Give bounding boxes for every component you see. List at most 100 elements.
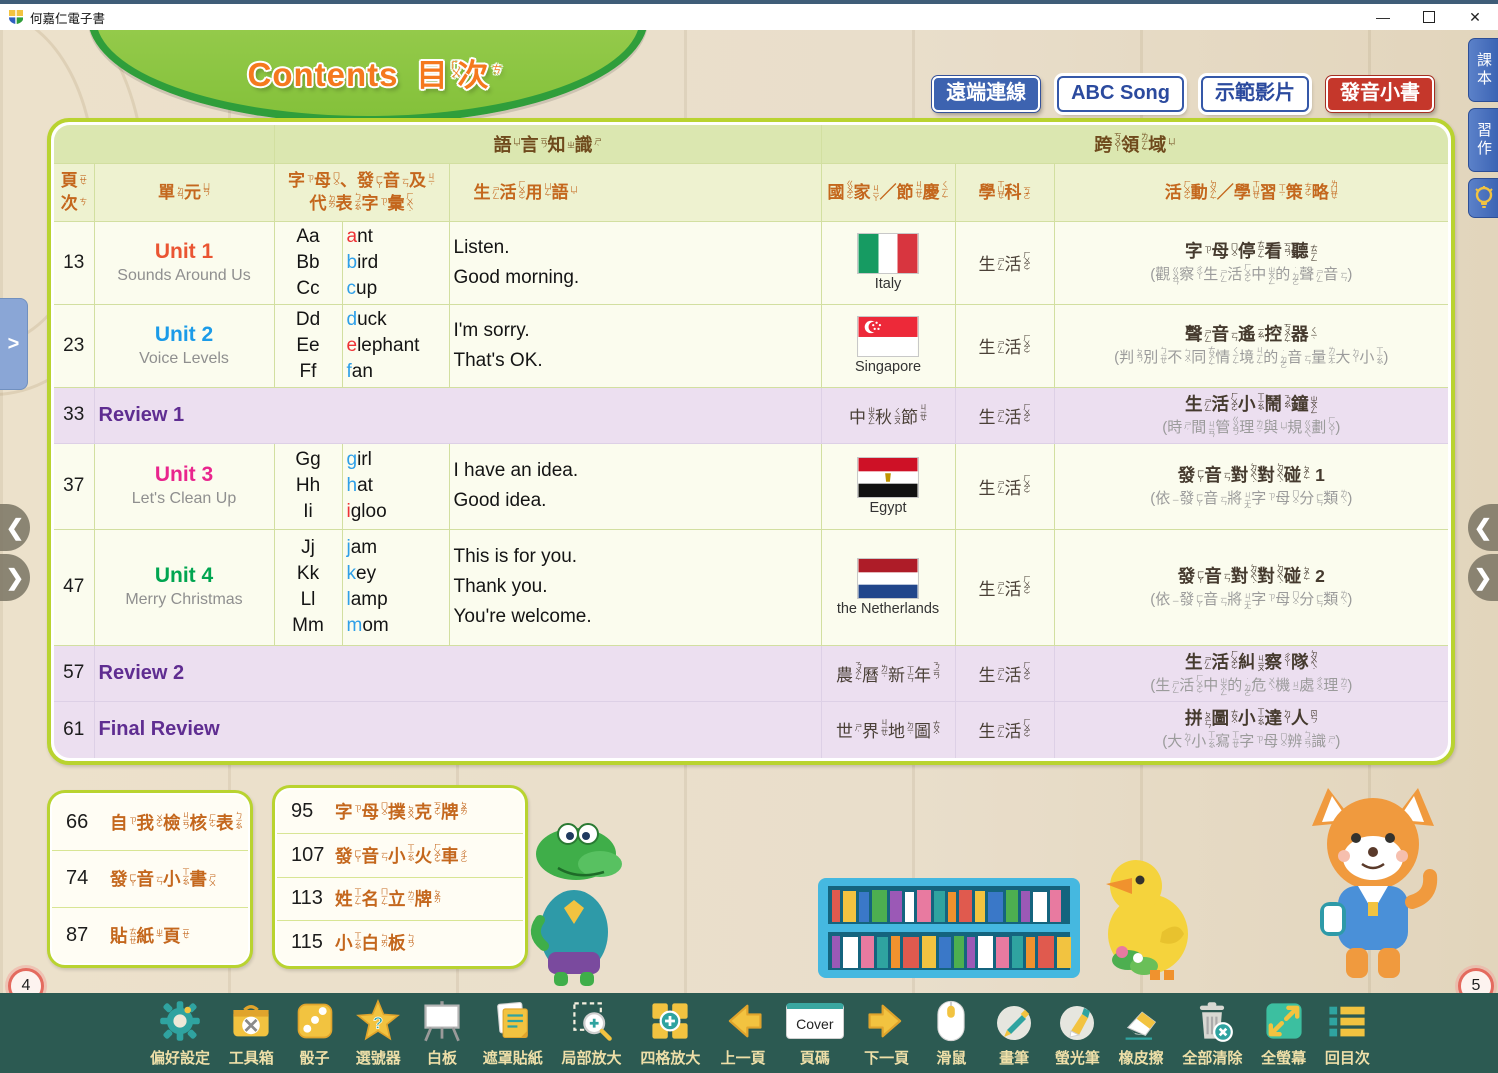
clear-all-icon xyxy=(1190,997,1234,1045)
appendix-item-p66[interactable]: 66 自ㄗˋ我ㄨㄛˇ檢ㄐㄧㄢˇ核ㄏㄜˊ表ㄅㄧㄠˇ xyxy=(52,795,248,851)
maximize-button[interactable] xyxy=(1406,4,1452,30)
appendix-item-p115[interactable]: 115 小ㄒㄧㄠˇ白ㄅㄞˊ板ㄅㄢˇ xyxy=(277,921,523,964)
toc-row-review-1[interactable]: 33 Review 1 中ㄓㄨㄥ秋ㄑㄧㄡ節ㄐㄧㄝˊ 生ㄕㄥ活ㄏㄨㄛˊ 生ㄕㄥ活ㄏ… xyxy=(54,387,1448,443)
column-header-phrases: 生ㄕㄥ活ㄏㄨㄛˊ用ㄩㄥˋ語ㄩˇ xyxy=(449,163,821,221)
toolbar-item-四格放大[interactable]: 四格放大 xyxy=(640,997,700,1068)
subject-cell: 生ㄕㄥ活ㄏㄨㄛˊ xyxy=(955,387,1054,443)
toolbar-label: 上一頁 xyxy=(721,1047,766,1068)
prev-page-chevron-right[interactable]: ❮ xyxy=(1468,504,1498,551)
toolbar-label: 四格放大 xyxy=(640,1047,700,1068)
toolbar-label: 白板 xyxy=(427,1047,457,1068)
top-button-ABC Song[interactable]: ABC Song xyxy=(1057,76,1184,112)
unit-title: Unit 1 xyxy=(99,239,270,265)
toolbar-item-畫筆[interactable]: 畫筆 xyxy=(992,997,1036,1068)
words-cell: antbirdcup xyxy=(342,221,449,304)
unit-subtitle: Let's Clean Up xyxy=(99,488,270,510)
letters-cell: AaBbCc xyxy=(274,221,342,304)
letters-cell: JjKkLlMm xyxy=(274,529,342,645)
singapore-flag-icon xyxy=(857,316,919,357)
toolbar-item-偏好設定[interactable]: 偏好設定 xyxy=(150,997,210,1068)
toc-row-unit-1[interactable]: 13 Unit 1 Sounds Around Us AaBbCc antbir… xyxy=(54,221,1448,304)
toolbar-item-螢光筆[interactable]: 螢光筆 xyxy=(1055,997,1100,1068)
minimize-button[interactable]: — xyxy=(1360,4,1406,30)
toolbar-item-回目次[interactable]: 回目次 xyxy=(1325,997,1370,1068)
toolbar-item-全部清除[interactable]: 全部清除 xyxy=(1182,997,1242,1068)
activity-cell: 拼ㄆㄧㄣ圖ㄊㄨˊ小ㄒㄧㄠˇ達ㄉㄚˊ人ㄖㄣˊ(大ㄉㄚˋ小ㄒㄧㄠˇ寫ㄒㄧㄝˇ字ㄗˋ母… xyxy=(1054,701,1448,758)
app-window: 何嘉仁電子書 — ✕ Contents目ㄇㄨˋ次ㄘˋ 遠端連線ABC Song示… xyxy=(0,0,1498,1073)
back-to-contents-icon xyxy=(1325,997,1369,1045)
toolbar-item-遮罩貼紙[interactable]: 遮罩貼紙 xyxy=(483,997,543,1068)
appendix-page-number: 95 xyxy=(291,800,335,823)
toolbar-label: 骰子 xyxy=(300,1047,330,1068)
toolbar-item-頁碼[interactable]: Cover頁碼 xyxy=(786,997,844,1068)
close-button[interactable]: ✕ xyxy=(1452,4,1498,30)
activity-cell: 字ㄗˋ母ㄇㄨˇ停ㄊㄧㄥˊ看ㄎㄢˋ聽ㄊㄧㄥ(觀ㄍㄨㄢ察ㄔㄚˊ生ㄕㄥ活ㄏㄨㄛˊ中ㄓㄨ… xyxy=(1054,221,1448,304)
toolbar-label: 全部清除 xyxy=(1182,1047,1242,1068)
appendix-label: 小ㄒㄧㄠˇ白ㄅㄞˊ板ㄅㄢˇ xyxy=(335,930,415,955)
next-page-chevron-left[interactable]: ❯ xyxy=(0,554,30,601)
page-number-left[interactable]: 4 xyxy=(8,968,44,993)
country-cell: 世ㄕˋ界ㄐㄧㄝˋ地ㄉㄧˋ圖ㄊㄨˊ xyxy=(821,701,955,758)
toolbar-item-全螢幕[interactable]: 全螢幕 xyxy=(1261,997,1306,1068)
side-tab-習作[interactable]: 習作 xyxy=(1468,108,1498,172)
row-page-number: 23 xyxy=(54,304,94,387)
appendix-box-1: 66 自ㄗˋ我ㄨㄛˇ檢ㄐㄧㄢˇ核ㄏㄜˊ表ㄅㄧㄠˇ74 發ㄈㄚ音ㄧㄣ小ㄒㄧㄠˇ書ㄕ… xyxy=(47,790,253,968)
country-caption: Egypt xyxy=(869,500,906,516)
left-panel-tab[interactable]: > xyxy=(0,298,28,390)
toc-row-unit-2[interactable]: 23 Unit 2 Voice Levels DdEeFf duckelepha… xyxy=(54,304,1448,387)
subject-cell: 生ㄕㄥ活ㄏㄨㄛˊ xyxy=(955,443,1054,529)
toolbar-item-上一頁[interactable]: 上一頁 xyxy=(719,997,767,1068)
appendix-item-p107[interactable]: 107 發ㄈㄚ音ㄧㄣ小ㄒㄧㄠˇ火ㄏㄨㄛˇ車ㄔㄜ xyxy=(277,834,523,878)
appendix-item-p87[interactable]: 87 貼ㄊㄧㄝ紙ㄓˇ頁ㄧㄝˋ xyxy=(52,908,248,963)
group-header-language: 語ㄩˇ言ㄧㄢˊ知ㄓ識ㄕˋ xyxy=(274,125,821,163)
toc-row-unit-3[interactable]: 37 Unit 3 Let's Clean Up GgHhIi girlhati… xyxy=(54,443,1448,529)
appendix-item-p113[interactable]: 113 姓ㄒㄧㄥˋ名ㄇㄧㄥˊ立ㄌㄧˋ牌ㄆㄞˊ xyxy=(277,878,523,922)
activity-cell: 發ㄈㄚ音ㄧㄣ對ㄉㄨㄟˋ對ㄉㄨㄟˋ碰ㄆㄥˋ 2(依ㄧ發ㄈㄚ音ㄧㄣ將ㄐㄧㄤ字ㄗˋ母ㄇ… xyxy=(1054,529,1448,645)
toolbar-item-滑鼠[interactable]: 滑鼠 xyxy=(929,997,973,1068)
review-title: Review 2 xyxy=(94,645,821,701)
activity-cell: 發ㄈㄚ音ㄧㄣ對ㄉㄨㄟˋ對ㄉㄨㄟˋ碰ㄆㄥˋ 1(依ㄧ發ㄈㄚ音ㄧㄣ將ㄐㄧㄤ字ㄗˋ母ㄇ… xyxy=(1054,443,1448,529)
side-tab-課本[interactable]: 課本 xyxy=(1468,38,1498,102)
toolbar-label: 橡皮擦 xyxy=(1119,1047,1164,1068)
toc-row-final-review[interactable]: 61 Final Review 世ㄕˋ界ㄐㄧㄝˋ地ㄉㄧˋ圖ㄊㄨˊ 生ㄕㄥ活ㄏㄨㄛ… xyxy=(54,701,1448,758)
page-code-icon: Cover xyxy=(786,997,844,1045)
appendix-label: 自ㄗˋ我ㄨㄛˇ檢ㄐㄧㄢˇ核ㄏㄜˊ表ㄅㄧㄠˇ xyxy=(110,810,243,835)
next-page-chevron-right[interactable]: ❯ xyxy=(1468,554,1498,601)
row-page-number: 61 xyxy=(54,701,94,758)
toolbar-item-局部放大[interactable]: 局部放大 xyxy=(562,997,622,1068)
toolbar-label: 畫筆 xyxy=(999,1047,1029,1068)
toolbar-item-選號器[interactable]: ?選號器 xyxy=(355,997,401,1068)
subject-cell: 生ㄕㄥ活ㄏㄨㄛˊ xyxy=(955,529,1054,645)
toolbar-item-骰子[interactable]: 骰子 xyxy=(293,997,337,1068)
page-number-right[interactable]: 5 xyxy=(1458,968,1494,993)
top-button-示範影片[interactable]: 示範影片 xyxy=(1201,76,1309,112)
toolbar-item-下一頁[interactable]: 下一頁 xyxy=(863,997,911,1068)
toolbar-label: 頁碼 xyxy=(800,1047,830,1068)
toolbar-label: 選號器 xyxy=(356,1047,401,1068)
top-button-遠端連線[interactable]: 遠端連線 xyxy=(932,76,1040,112)
review-title: Review 1 xyxy=(94,387,821,443)
prev-page-chevron-left[interactable]: ❮ xyxy=(0,504,30,551)
side-tab-lightbulb[interactable] xyxy=(1468,178,1498,218)
appendix-item-p74[interactable]: 74 發ㄈㄚ音ㄧㄣ小ㄒㄧㄠˇ書ㄕㄨ xyxy=(52,851,248,907)
toc-row-review-2[interactable]: 57 Review 2 農ㄋㄨㄥˊ曆ㄌㄧˋ新ㄒㄧㄣ年ㄋㄧㄢˊ 生ㄕㄥ活ㄏㄨㄛˊ … xyxy=(54,645,1448,701)
letters-cell: GgHhIi xyxy=(274,443,342,529)
country-caption: Singapore xyxy=(855,359,921,375)
appendix-item-p95[interactable]: 95 字ㄗˋ母ㄇㄨˇ撲ㄆㄨ克ㄎㄜˋ牌ㄆㄞˊ xyxy=(277,790,523,834)
toc-row-unit-4[interactable]: 47 Unit 4 Merry Christmas JjKkLlMm jamke… xyxy=(54,529,1448,645)
activity-cell: 生ㄕㄥ活ㄏㄨㄛˊ小ㄒㄧㄠˇ鬧ㄋㄠˋ鐘ㄓㄨㄥ(時ㄕˊ間ㄐㄧㄢ管ㄍㄨㄢˇ理ㄌㄧˇ與ㄩ… xyxy=(1054,387,1448,443)
mouse-icon xyxy=(929,997,973,1045)
toolbar-item-工具箱[interactable]: 工具箱 xyxy=(229,997,274,1068)
top-button-發音小書[interactable]: 發音小書 xyxy=(1326,76,1434,112)
column-header-country: 國ㄍㄨㄛˊ家ㄐㄧㄚ／節ㄐㄧㄝˊ慶ㄑㄧㄥˋ xyxy=(821,163,955,221)
letters-cell: DdEeFf xyxy=(274,304,342,387)
phrases-cell: I have an idea.Good idea. xyxy=(449,443,821,529)
sticky-notes-icon xyxy=(491,997,535,1045)
unit-subtitle: Voice Levels xyxy=(99,348,270,370)
toolbar-item-白板[interactable]: 白板 xyxy=(420,997,464,1068)
toolbar-item-橡皮擦[interactable]: 橡皮擦 xyxy=(1119,997,1164,1068)
pen-icon xyxy=(992,997,1036,1045)
row-page-number: 33 xyxy=(54,387,94,443)
words-cell: girlhatigloo xyxy=(342,443,449,529)
column-header-subject: 學ㄒㄩㄝˊ科ㄎㄜ xyxy=(955,163,1054,221)
